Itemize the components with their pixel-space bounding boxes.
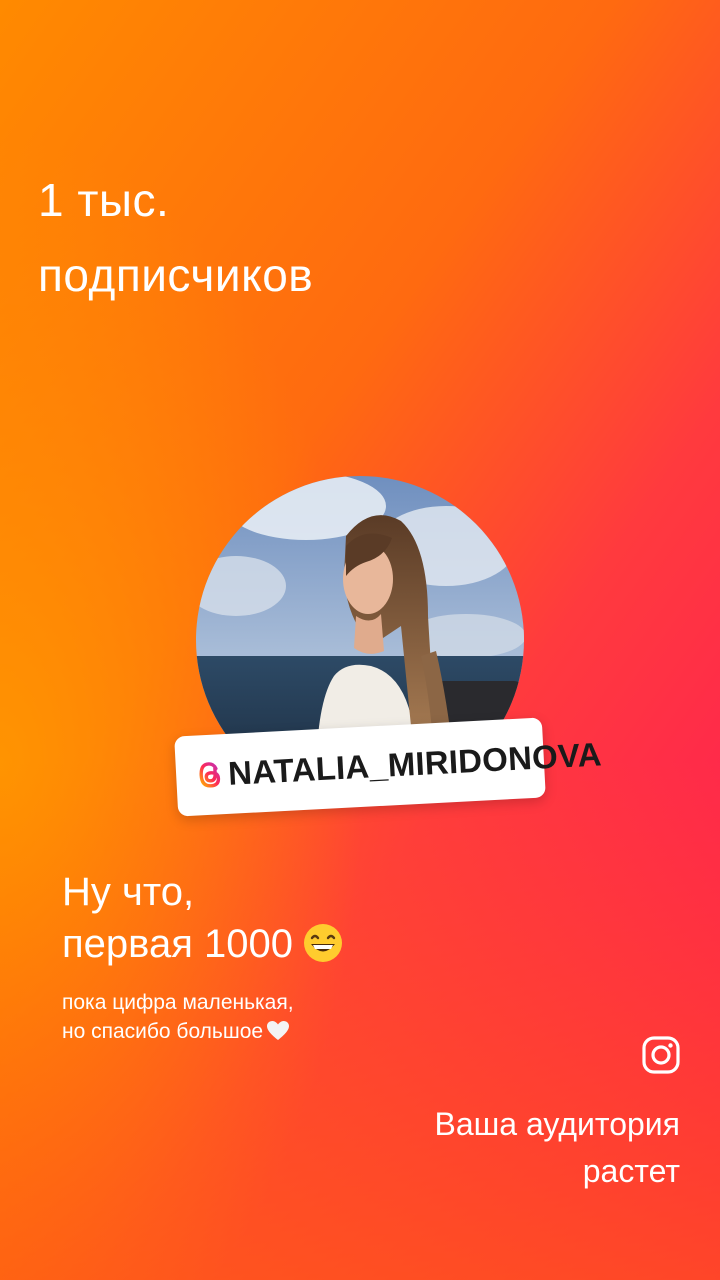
footer-line-2: растет [582, 1153, 680, 1189]
grinning-face-emoji [303, 924, 342, 962]
audience-growing-caption: Ваша аудитория растет [434, 1101, 680, 1195]
instagram-icon[interactable] [642, 1036, 680, 1074]
subtext-line-1: пока цифра маленькая, [62, 991, 294, 1014]
message-line-2: первая 1000 [62, 918, 343, 970]
subtext-line-2: но спасибо большое [62, 1017, 294, 1046]
milestone-count: 1 тыс. [38, 174, 170, 226]
message-title: Ну что, первая 1000 [62, 866, 343, 970]
footer-line-1: Ваша аудитория [434, 1106, 680, 1142]
white-heart-emoji [267, 1021, 290, 1040]
milestone-headline: 1 тыс. подписчиков [38, 163, 313, 313]
message-subtext: пока цифра маленькая, но спасибо большое [62, 988, 294, 1046]
message-line-1: Ну что, [62, 870, 195, 914]
threads-icon [199, 762, 221, 788]
milestone-label: подписчиков [38, 249, 314, 301]
